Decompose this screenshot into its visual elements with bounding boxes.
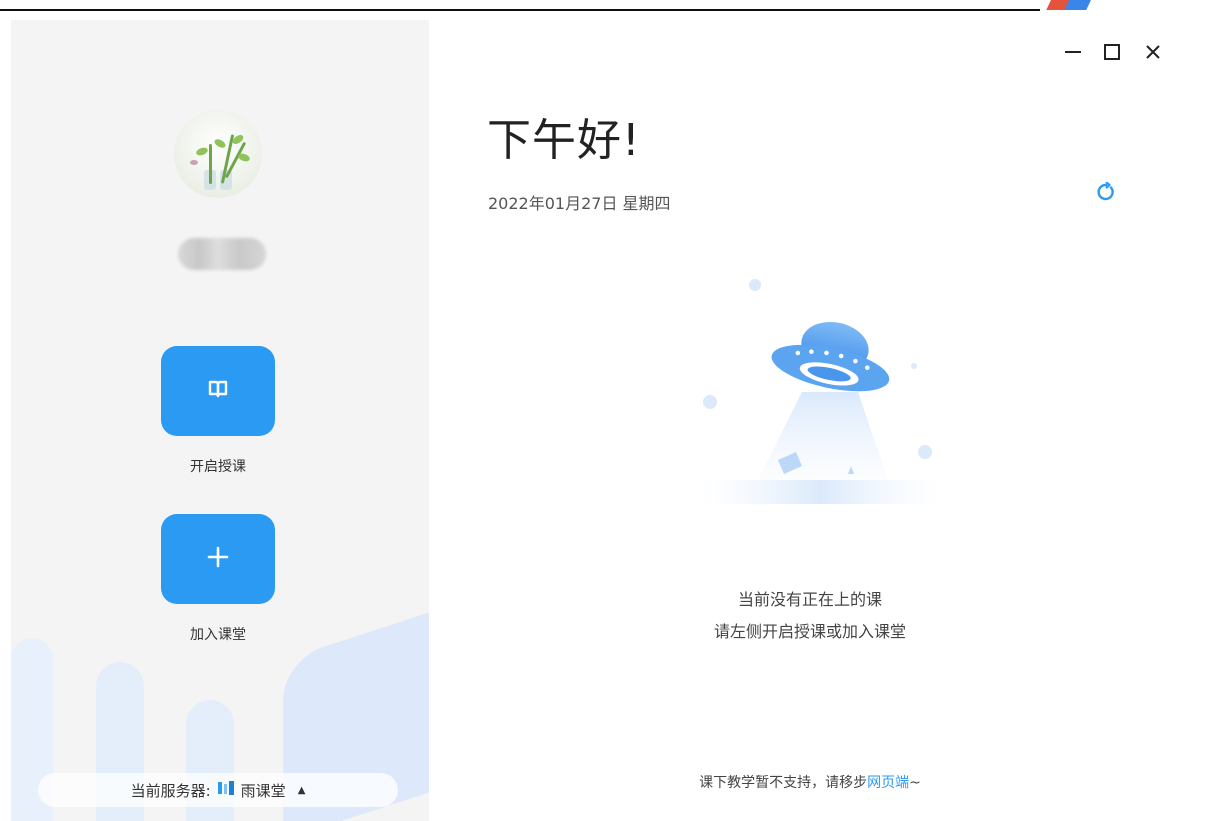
refresh-button[interactable] bbox=[1096, 181, 1116, 202]
username-blurred bbox=[178, 238, 266, 270]
close-button[interactable] bbox=[1143, 42, 1163, 62]
server-label: 当前服务器: bbox=[130, 781, 211, 800]
minimize-icon bbox=[1065, 51, 1081, 53]
footer-text: 课下教学暂不支持，请移步 bbox=[699, 775, 868, 791]
empty-state-line1: 当前没有正在上的课 bbox=[737, 590, 882, 609]
empty-state-line2: 请左侧开启授课或加入课堂 bbox=[713, 622, 906, 641]
join-class-action: 加入课堂 bbox=[161, 514, 275, 644]
start-class-button[interactable] bbox=[161, 346, 275, 436]
footer-suffix: ~ bbox=[909, 775, 921, 791]
start-class-action: 开启授课 bbox=[161, 346, 275, 476]
close-icon bbox=[1146, 45, 1160, 59]
rain-classroom-logo-icon bbox=[217, 780, 235, 800]
start-class-label: 开启授课 bbox=[190, 459, 246, 475]
minimize-button[interactable] bbox=[1063, 42, 1083, 62]
maximize-button[interactable] bbox=[1102, 42, 1122, 62]
web-version-link[interactable]: 网页端 bbox=[867, 775, 909, 791]
corner-logo bbox=[1040, 0, 1206, 14]
caret-up-icon: ▲ bbox=[297, 784, 306, 796]
avatar[interactable] bbox=[174, 110, 262, 198]
maximize-icon bbox=[1104, 44, 1120, 60]
greeting-title: 下午好! bbox=[487, 115, 641, 166]
refresh-icon bbox=[1097, 181, 1114, 201]
server-selector[interactable]: 当前服务器: 雨课堂 ▲ bbox=[38, 773, 398, 807]
plus-icon bbox=[206, 545, 230, 573]
join-class-button[interactable] bbox=[161, 514, 275, 604]
empty-state-ufo-illustration bbox=[690, 270, 950, 520]
server-name: 雨课堂 bbox=[240, 781, 286, 800]
current-date: 2022年01月27日 星期四 bbox=[488, 194, 671, 213]
top-divider bbox=[0, 9, 1040, 11]
open-book-icon bbox=[208, 380, 228, 402]
join-class-label: 加入课堂 bbox=[190, 627, 246, 643]
sidebar: 开启授课 加入课堂 当前服务器: 雨课堂 ▲ bbox=[11, 20, 429, 821]
footer-note: 课下教学暂不支持，请移步网页端~ bbox=[600, 772, 1020, 792]
